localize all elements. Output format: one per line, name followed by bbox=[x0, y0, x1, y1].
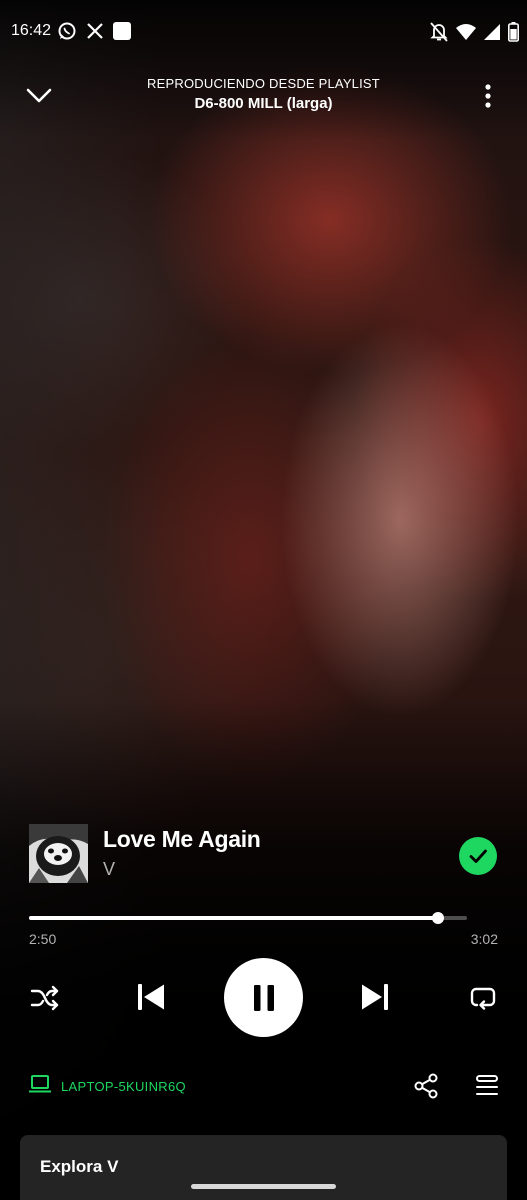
mute-bell-icon bbox=[430, 22, 448, 47]
previous-track-icon[interactable] bbox=[131, 977, 171, 1017]
pause-icon bbox=[253, 984, 274, 1011]
pause-button[interactable] bbox=[224, 958, 303, 1037]
album-cover-thumbnail[interactable] bbox=[29, 824, 88, 883]
playing-from-label: REPRODUCIENDO DESDE PLAYLIST bbox=[147, 76, 380, 91]
track-title[interactable]: Love Me Again bbox=[103, 826, 261, 853]
more-options-icon[interactable] bbox=[476, 80, 500, 112]
progress-fill bbox=[29, 916, 439, 920]
total-time: 3:02 bbox=[470, 931, 498, 947]
player-header: REPRODUCIENDO DESDE PLAYLIST D6-800 MILL… bbox=[0, 64, 527, 128]
wifi-icon bbox=[456, 23, 476, 46]
whatsapp-icon bbox=[56, 20, 78, 42]
collapse-chevron-down-icon[interactable] bbox=[24, 82, 54, 110]
x-icon bbox=[84, 20, 106, 42]
share-icon[interactable] bbox=[412, 1072, 440, 1100]
elapsed-time: 2:50 bbox=[29, 931, 57, 947]
explore-title: Explora V bbox=[40, 1157, 119, 1176]
connected-device[interactable]: LAPTOP-5KUINR6Q bbox=[29, 1074, 186, 1099]
track-artist[interactable]: V bbox=[103, 859, 115, 880]
explore-artist-card[interactable]: Explora V bbox=[20, 1135, 507, 1200]
liked-check-button[interactable] bbox=[459, 837, 497, 875]
repeat-icon[interactable] bbox=[465, 980, 501, 1016]
device-name: LAPTOP-5KUINR6Q bbox=[61, 1079, 186, 1094]
queue-icon[interactable] bbox=[474, 1072, 500, 1100]
playlist-name[interactable]: D6-800 MILL (larga) bbox=[100, 95, 427, 112]
signal-icon bbox=[484, 23, 500, 46]
laptop-icon bbox=[29, 1074, 51, 1099]
check-icon bbox=[469, 849, 487, 863]
progress-bar[interactable] bbox=[29, 912, 467, 924]
battery-icon bbox=[508, 22, 519, 47]
shuffle-icon[interactable] bbox=[27, 980, 63, 1016]
status-bar: 16:42 bbox=[0, 0, 527, 64]
progress-thumb[interactable] bbox=[432, 912, 445, 924]
next-track-icon[interactable] bbox=[355, 977, 395, 1017]
status-time: 16:42 bbox=[11, 22, 52, 39]
gesture-navigation-handle[interactable] bbox=[191, 1184, 336, 1189]
square-notification-icon bbox=[111, 20, 133, 42]
